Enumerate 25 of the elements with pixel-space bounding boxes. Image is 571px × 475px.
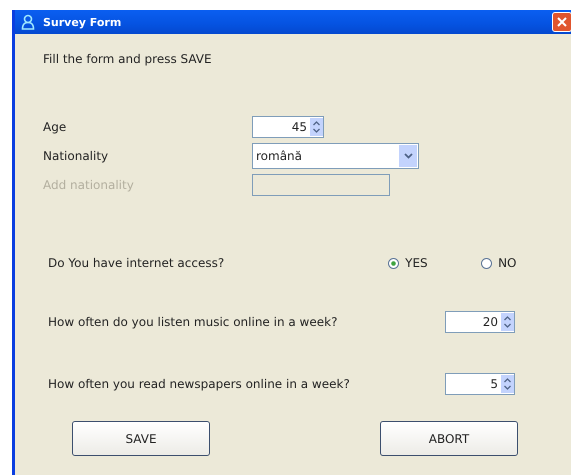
action-button[interactable]: ABORT [380,421,518,456]
number-spinner[interactable]: 5 [445,373,515,395]
chevron-down-icon [404,152,412,158]
radio-button[interactable] [481,258,492,268]
question-text: How often you read newspapers online in a week? [48,377,351,391]
question-text: How often do you listen music online in a week? [48,315,338,329]
field-label: Age [43,120,68,134]
spin-arrows-icon [501,375,514,393]
field-label: Nationality [43,148,110,162]
radio-label[interactable]: NO [498,256,516,270]
instruction-text: Fill the form and press SAVE [43,52,213,66]
number-spinner[interactable]: 45 [252,116,324,138]
user-icon [21,14,35,30]
spin-arrows-icon [501,313,514,331]
number-spinner[interactable]: 20 [445,311,515,333]
field-label: Add nationality [43,178,135,192]
window-title: Survey Form [43,16,122,28]
radio-button[interactable] [388,258,400,268]
action-button[interactable]: SAVE [72,421,210,456]
radio-label[interactable]: YES [405,256,428,270]
question-text: Do You have internet access? [48,256,226,270]
close-button[interactable] [552,12,571,32]
spin-arrows-icon [310,118,323,136]
close-icon [557,17,567,27]
dropdown[interactable]: română [252,142,419,168]
